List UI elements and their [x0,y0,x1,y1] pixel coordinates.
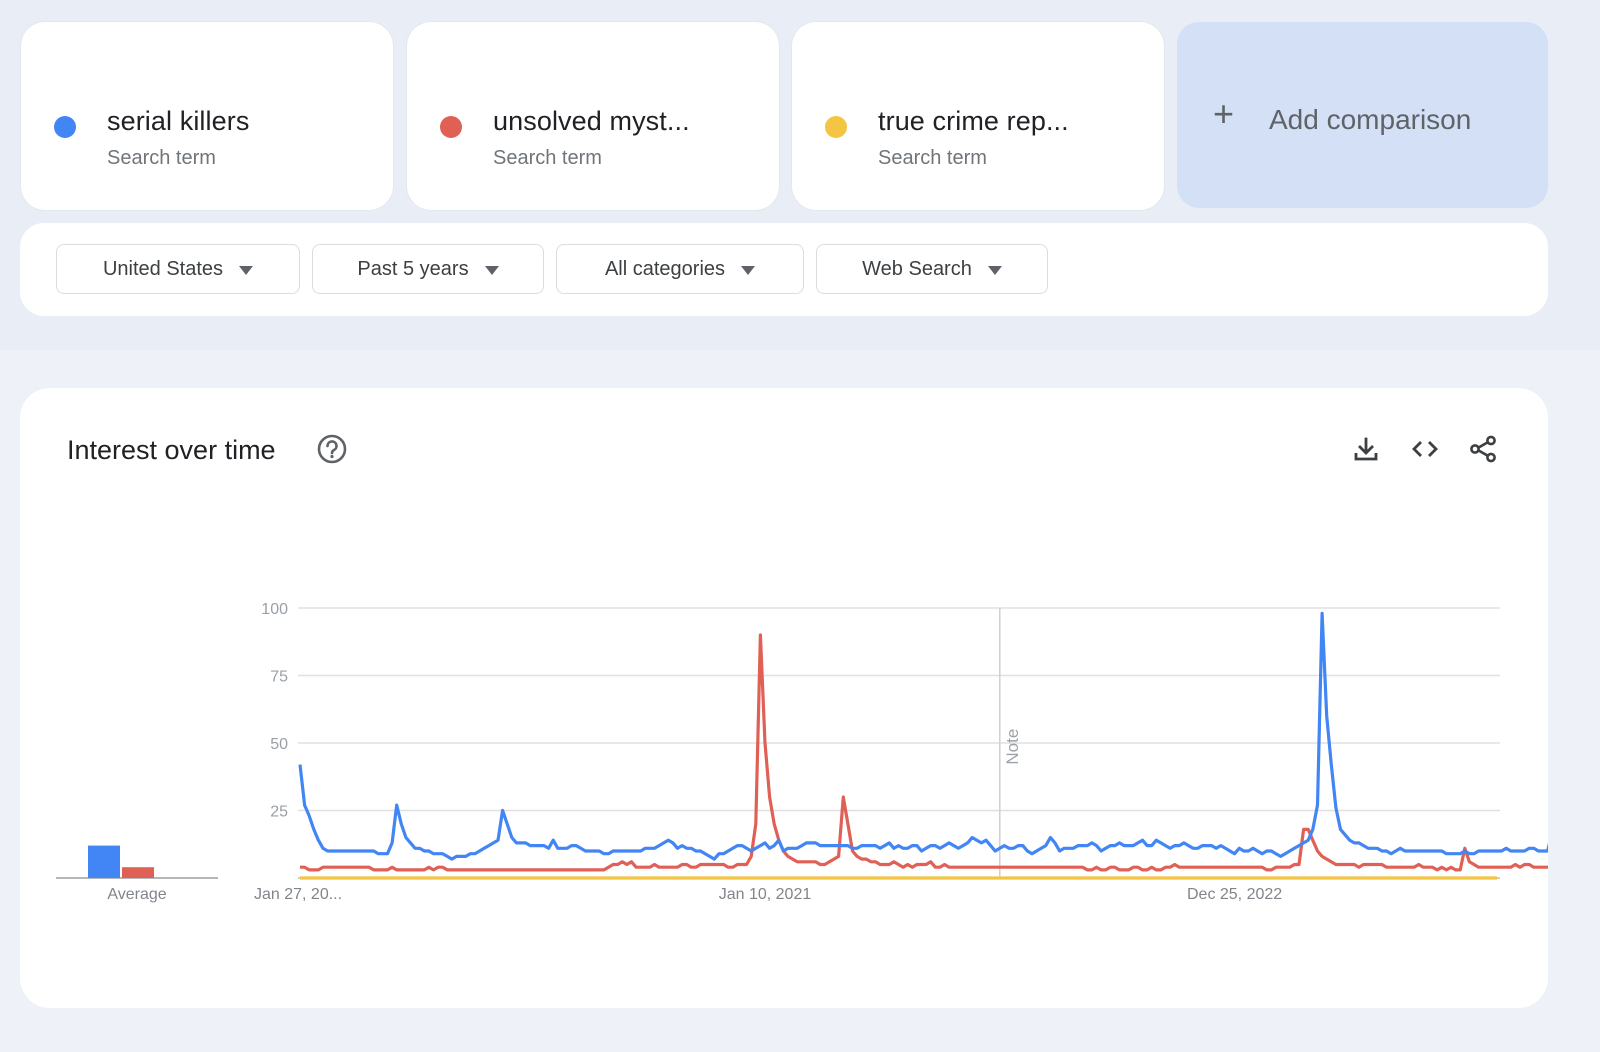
term-name: true crime rep... [878,106,1069,136]
caret-down-icon [239,265,254,275]
average-bar[interactable] [88,845,120,878]
annotation-note-label[interactable]: Note [1003,729,1022,765]
series-color-dot [54,116,76,138]
search-type-filter-dropdown[interactable]: Web Search [816,244,1048,294]
average-bar[interactable] [122,867,154,878]
series-line-serial-killers[interactable] [298,611,1548,861]
y-tick-label: 75 [270,669,288,686]
plus-icon: + [1213,93,1235,134]
filter-label: United States [102,257,224,280]
interest-over-time-card: Interest over time 25 50 75 100 Note Jan 27, … [20,388,1548,1008]
term-card-unsolved-mysteries[interactable]: unsolved myst... Search term [407,22,779,210]
caret-down-icon [484,265,499,275]
series-line-unsolved-myst[interactable] [300,633,1548,872]
x-tick-label: Jan 10, 2021 [719,886,812,903]
add-comparison-button[interactable]: + Add comparison [1177,22,1548,208]
term-type: Search term [107,147,216,169]
y-tick-label: 25 [270,804,288,821]
average-label: Average [107,886,166,903]
term-type: Search term [493,147,602,169]
caret-down-icon [741,265,756,275]
term-name: serial killers [107,106,250,136]
x-tick-label: Jan 27, 20... [254,886,342,903]
add-comparison-label: Add comparison [1269,104,1472,135]
x-tick-label: Dec 25, 2022 [1187,886,1282,903]
time-range-filter-dropdown[interactable]: Past 5 years [312,244,544,294]
series-color-dot [825,116,847,138]
y-tick-label: 100 [261,601,288,618]
term-name: unsolved myst... [493,106,690,136]
caret-down-icon [987,265,1002,275]
term-card-true-crime[interactable]: true crime rep... Search term [792,22,1164,210]
term-card-serial-killers[interactable]: serial killers Search term [21,22,393,210]
y-tick-label: 50 [270,736,288,753]
region-filter-dropdown[interactable]: United States [56,244,300,294]
term-type: Search term [878,147,987,169]
filter-label: All categories [604,257,726,280]
category-filter-dropdown[interactable]: All categories [556,244,804,294]
filter-label: Web Search [862,257,972,280]
interest-line-chart[interactable]: 25 50 75 100 Note Jan 27, 20... Jan 10, 2021 De… [20,388,1548,1008]
series-color-dot [440,116,462,138]
filter-panel: United States Past 5 years All categorie… [20,223,1548,316]
filter-label: Past 5 years [357,257,469,280]
